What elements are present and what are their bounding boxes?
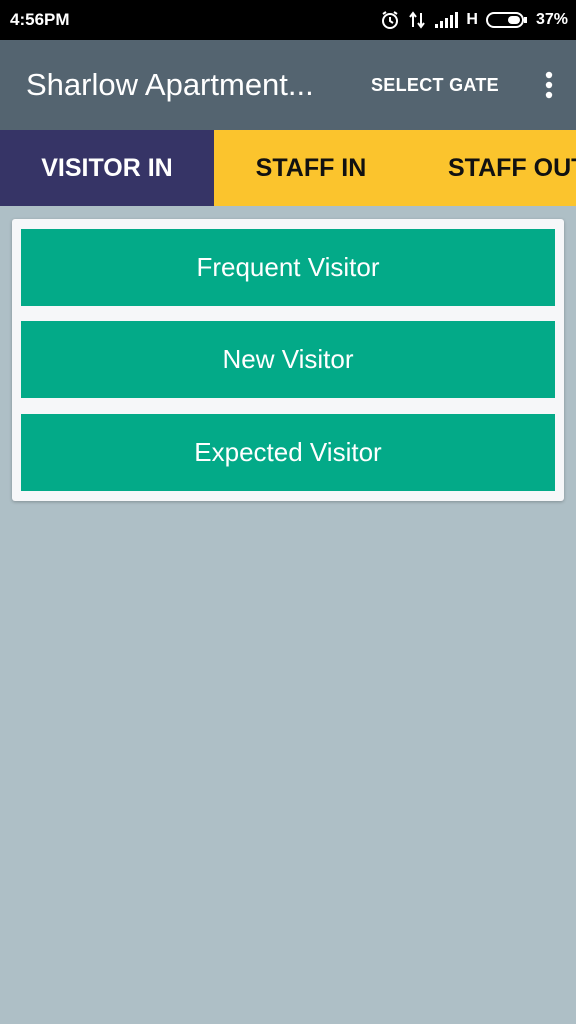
tab-visitor-in[interactable]: VISITOR IN [0, 130, 214, 206]
expected-visitor-button[interactable]: Expected Visitor [21, 414, 555, 491]
visitor-options-card: Frequent Visitor New Visitor Expected Vi… [12, 219, 564, 501]
tab-staff-out[interactable]: STAFF OUT [408, 130, 576, 206]
new-visitor-button[interactable]: New Visitor [21, 321, 555, 398]
frequent-visitor-button[interactable]: Frequent Visitor [21, 229, 555, 306]
status-time: 4:56PM [10, 10, 70, 29]
data-transfer-icon [408, 11, 426, 29]
app-bar: Sharlow Apartment... SELECT GATE [0, 40, 576, 130]
app-title: Sharlow Apartment... [26, 67, 314, 102]
more-vert-icon[interactable] [537, 65, 561, 105]
tab-staff-in[interactable]: STAFF IN [214, 130, 408, 206]
tab-bar: VISITOR IN STAFF IN STAFF OUT [0, 130, 576, 206]
signal-icon [434, 11, 459, 29]
battery-percent: 37% [535, 11, 568, 28]
network-type: H [466, 11, 478, 28]
status-icons: H 37% [380, 10, 568, 30]
battery-icon [485, 11, 528, 29]
status-bar: 4:56PM H 37% [0, 0, 576, 40]
select-gate-button[interactable]: SELECT GATE [371, 65, 499, 106]
alarm-icon [380, 10, 400, 30]
